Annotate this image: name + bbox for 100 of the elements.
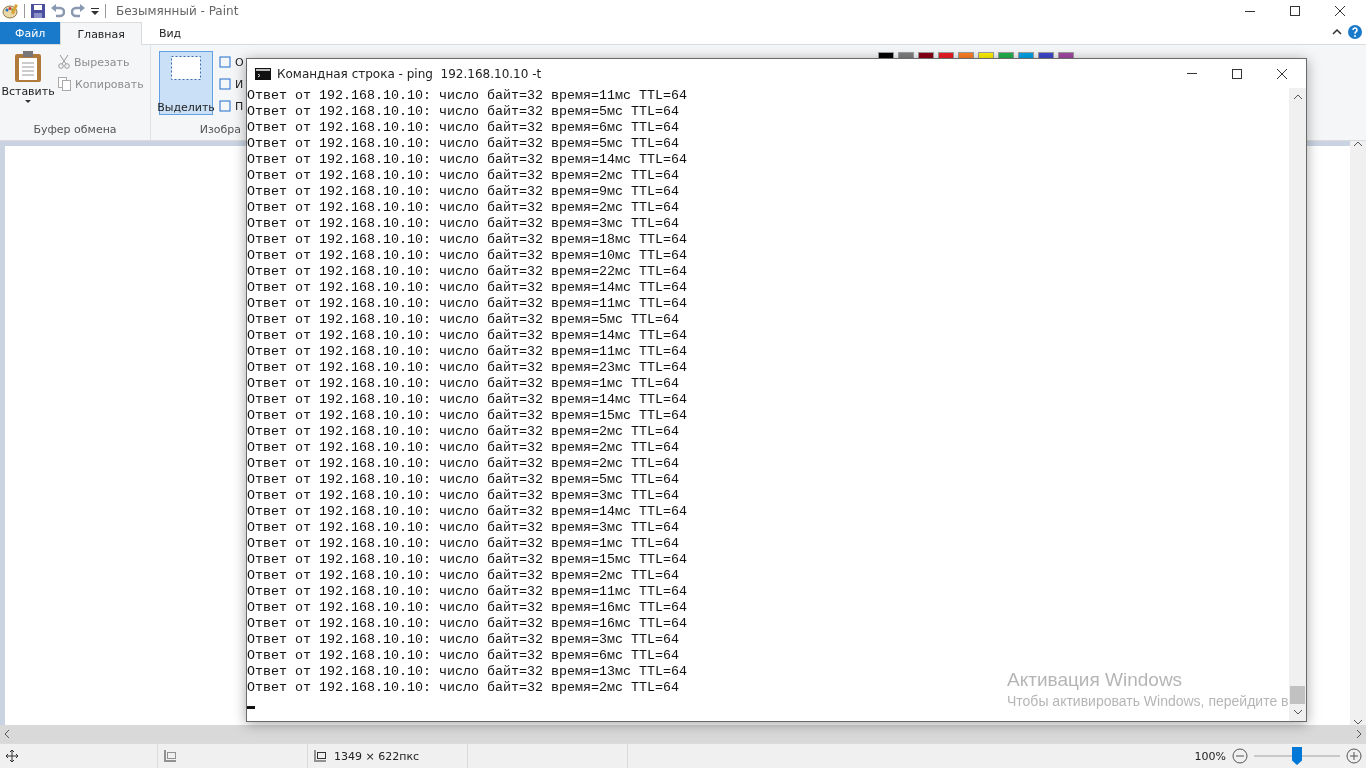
- help-icon[interactable]: [1348, 25, 1362, 39]
- close-icon: [1276, 68, 1287, 79]
- zoom-out-icon[interactable]: [1232, 748, 1248, 764]
- console-line: Ответ от 192.168.10.10: число байт=32 время=3мс TTL=64: [247, 632, 679, 648]
- console-line: Ответ от 192.168.10.10: число байт=32 время=11мс TTL=64: [247, 296, 687, 312]
- window-title: Командная строка - ping 192.168.10.10 -t: [277, 66, 542, 81]
- scroll-right-icon: [1357, 730, 1362, 738]
- color-swatch[interactable]: [898, 52, 914, 58]
- color-swatch[interactable]: [878, 52, 894, 58]
- console-line: Ответ от 192.168.10.10: число байт=32 время=2мс TTL=64: [247, 440, 679, 456]
- group-label: Изобра: [198, 123, 241, 138]
- console-line: Ответ от 192.168.10.10: число байт=32 время=14мс TTL=64: [247, 328, 687, 344]
- console-line: Ответ от 192.168.10.10: число байт=32 время=13мс TTL=64: [247, 664, 687, 680]
- redo-icon[interactable]: [71, 4, 85, 18]
- ribbon-tab[interactable]: Вид: [141, 22, 199, 44]
- console-line: Ответ от 192.168.10.10: число байт=32 время=2мс TTL=64: [247, 200, 679, 216]
- caret-icon: [25, 100, 31, 103]
- color-swatch[interactable]: [918, 52, 934, 58]
- color-swatch[interactable]: [1058, 52, 1074, 58]
- vertical-scrollbar[interactable]: [1350, 141, 1366, 725]
- console-line: Ответ от 192.168.10.10: число байт=32 время=14мс TTL=64: [247, 504, 687, 520]
- move-icon: [6, 750, 18, 762]
- console-line: Ответ от 192.168.10.10: число байт=32 время=6мс TTL=64: [247, 648, 679, 664]
- color-swatch[interactable]: [938, 52, 954, 58]
- console-line: Ответ от 192.168.10.10: число байт=32 время=6мс TTL=64: [247, 120, 679, 136]
- console-icon: [255, 67, 271, 80]
- scroll-down-icon: [1354, 720, 1362, 725]
- console-line: Ответ от 192.168.10.10: число байт=32 время=2мс TTL=64: [247, 424, 679, 440]
- minimize-icon: [1186, 73, 1197, 74]
- vertical-scrollbar[interactable]: [1289, 88, 1306, 721]
- color-swatch[interactable]: [1038, 52, 1054, 58]
- console-line: Ответ от 192.168.10.10: число байт=32 время=14мс TTL=64: [247, 152, 687, 168]
- console-line: Ответ от 192.168.10.10: число байт=32 время=15мс TTL=64: [247, 552, 687, 568]
- restore-icon: [1289, 6, 1300, 16]
- paste-button[interactable]: Вставить: [4, 51, 52, 123]
- scroll-up-icon: [1293, 94, 1302, 99]
- group-label: Буфер обмена: [32, 123, 118, 138]
- zoom-slider-thumb[interactable]: [1292, 747, 1302, 765]
- console-line: Ответ от 192.168.10.10: число байт=32 время=5мс TTL=64: [247, 312, 679, 328]
- select-button[interactable]: Выделить: [159, 51, 213, 115]
- console-line: Ответ от 192.168.10.10: число байт=32 время=2мс TTL=64: [247, 168, 679, 184]
- console-line: Ответ от 192.168.10.10: число байт=32 время=5мс TTL=64: [247, 472, 679, 488]
- console-line: Ответ от 192.168.10.10: число байт=32 время=1мс TTL=64: [247, 376, 679, 392]
- console-line: Ответ от 192.168.10.10: число байт=32 время=2мс TTL=64: [247, 456, 679, 472]
- console-line: Ответ от 192.168.10.10: число байт=32 время=22мс TTL=64: [247, 264, 687, 280]
- tool-icon: [219, 78, 231, 90]
- console-line: Ответ от 192.168.10.10: число байт=32 время=16мс TTL=64: [247, 616, 687, 632]
- console-line: Ответ от 192.168.10.10: число байт=32 время=3мс TTL=64: [247, 216, 679, 232]
- console-line: Ответ от 192.168.10.10: число байт=32 время=2мс TTL=64: [247, 680, 679, 696]
- selection-icon: [171, 56, 201, 80]
- zoom-in-icon[interactable]: [1346, 748, 1362, 764]
- color-swatch[interactable]: [978, 52, 994, 58]
- color-swatch[interactable]: [1018, 52, 1034, 58]
- image-tool-button[interactable]: П: [219, 97, 244, 115]
- console-line: Ответ от 192.168.10.10: число байт=32 время=11мс TTL=64: [247, 584, 687, 600]
- image-tool-button[interactable]: И: [219, 75, 244, 93]
- ribbon-tab[interactable]: Файл: [0, 22, 61, 44]
- canvas-size: 1349 × 622пкс: [334, 749, 420, 763]
- scroll-left-icon: [4, 730, 9, 738]
- console-line: Ответ от 192.168.10.10: число байт=32 время=1мс TTL=64: [247, 536, 679, 552]
- horizontal-scrollbar[interactable]: [0, 725, 1366, 743]
- console-line: Ответ от 192.168.10.10: число байт=32 время=15мс TTL=64: [247, 408, 687, 424]
- palette-icon[interactable]: [2, 3, 18, 19]
- image-tool-button[interactable]: О: [219, 53, 244, 71]
- caret-icon[interactable]: [91, 7, 99, 15]
- scissors-icon: [58, 55, 70, 69]
- tool-icon: [219, 56, 231, 68]
- console-line: Ответ от 192.168.10.10: число байт=32 время=14мс TTL=64: [247, 280, 687, 296]
- console-line: Ответ от 192.168.10.10: число байт=32 время=14мс TTL=64: [247, 392, 687, 408]
- maximize-icon: [1231, 68, 1242, 79]
- tool-icon: [219, 100, 231, 112]
- console-line: Ответ от 192.168.10.10: число байт=32 время=16мс TTL=64: [247, 600, 687, 616]
- ribbon-tab[interactable]: Главная: [60, 22, 142, 45]
- text-cursor: [247, 706, 255, 709]
- console-line: Ответ от 192.168.10.10: число байт=32 время=9мс TTL=64: [247, 184, 679, 200]
- console-line: Ответ от 192.168.10.10: число байт=32 время=18мс TTL=64: [247, 232, 687, 248]
- console-line: Ответ от 192.168.10.10: число байт=32 время=10мс TTL=64: [247, 248, 687, 264]
- scrollbar-thumb[interactable]: [1290, 686, 1305, 704]
- console-line: Ответ от 192.168.10.10: число байт=32 время=5мс TTL=64: [247, 104, 679, 120]
- clipboard-icon: [14, 51, 42, 83]
- console-line: Ответ от 192.168.10.10: число байт=32 время=3мс TTL=64: [247, 520, 679, 536]
- zoom-level: 100%: [1194, 749, 1226, 763]
- activation-title: Активация Windows: [1007, 669, 1184, 691]
- scroll-up-icon: [1354, 141, 1362, 146]
- console-line: Ответ от 192.168.10.10: число байт=32 время=23мс TTL=64: [247, 360, 687, 376]
- console-line: Ответ от 192.168.10.10: число байт=32 время=2мс TTL=64: [247, 568, 679, 584]
- save-icon[interactable]: [31, 4, 45, 18]
- console-line: Ответ от 192.168.10.10: число байт=32 время=5мс TTL=64: [247, 136, 679, 152]
- color-swatch[interactable]: [998, 52, 1014, 58]
- minimize-icon: [1244, 10, 1255, 12]
- activation-text: Чтобы активировать Windows, перейдите в: [1007, 693, 1289, 709]
- scroll-down-icon: [1293, 710, 1302, 715]
- console-line: Ответ от 192.168.10.10: число байт=32 время=3мс TTL=64: [247, 488, 679, 504]
- undo-icon[interactable]: [51, 4, 65, 18]
- console-line: Ответ от 192.168.10.10: число байт=32 время=11мс TTL=64: [247, 88, 687, 104]
- collapse-ribbon-icon[interactable]: [1332, 29, 1342, 35]
- color-swatch[interactable]: [958, 52, 974, 58]
- selection-size-icon: [164, 750, 178, 762]
- close-icon: [1334, 6, 1345, 16]
- copy-icon: [58, 77, 71, 91]
